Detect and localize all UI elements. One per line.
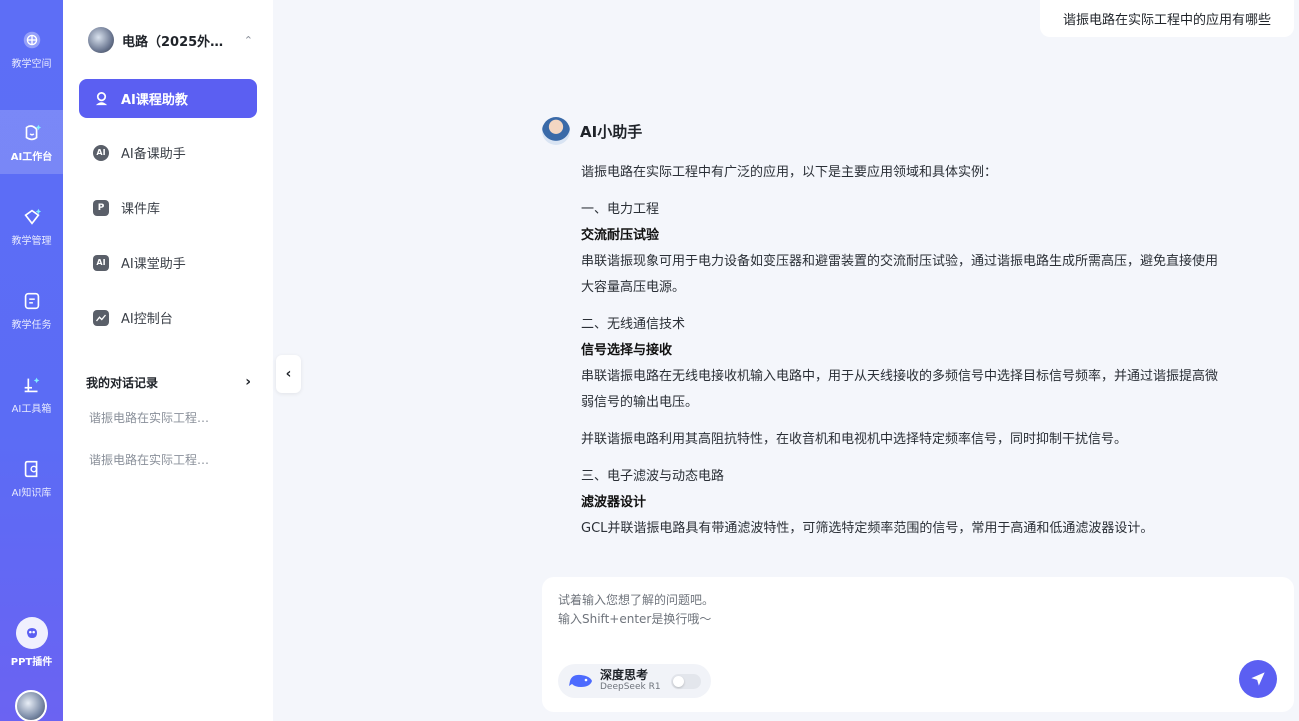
answer-section-title: 一、电力工程 bbox=[581, 202, 660, 217]
deepseek-whale-icon bbox=[569, 674, 592, 687]
input-placeholder-line2: 输入Shift+enter是换行哦～ bbox=[558, 612, 712, 626]
courseware-icon: P bbox=[93, 199, 109, 216]
rail-item-ai-knowledge[interactable]: AI知识库 bbox=[0, 446, 63, 510]
rail-label: 教学任务 bbox=[11, 319, 52, 331]
rail-label: AI工作台 bbox=[10, 151, 53, 163]
answer-section-title: 三、电子滤波与动态电路 bbox=[581, 469, 725, 484]
answer-heading: 信号选择与接收 bbox=[581, 343, 673, 358]
nav-ai-console[interactable]: AI控制台 bbox=[79, 298, 257, 337]
teaching-manage-icon bbox=[23, 208, 41, 225]
answer-paragraph: 弱信号的输出电压。 bbox=[581, 395, 699, 410]
bot-header: AI小助手 bbox=[542, 117, 642, 145]
rail-label: 教学管理 bbox=[11, 235, 52, 247]
nav-courseware-library[interactable]: P 课件库 bbox=[79, 188, 257, 227]
user-message-bubble: 谐振电路在实际工程中的应用有哪些 bbox=[1040, 0, 1294, 37]
rail-item-teaching-manage[interactable]: 教学管理 bbox=[0, 194, 63, 258]
bot-name: AI小助手 bbox=[580, 122, 643, 141]
left-rail: 教学空间 AI工作台 教学管理 教学任务 AI工具箱 AI知识库 PPT插件 bbox=[0, 0, 63, 721]
answer-heading: 交流耐压试验 bbox=[581, 228, 660, 243]
assistant-icon bbox=[93, 91, 109, 107]
history-item[interactable]: 谐振电路在实际工程… bbox=[89, 451, 239, 468]
ppt-plugin-label: PPT插件 bbox=[10, 656, 53, 668]
answer-paragraph: 大容量高压电源。 bbox=[581, 280, 686, 295]
answer-paragraph: 并联谐振电路利用其高阻抗特性，在收音机和电视机中选择特定频率信号，同时抑制干扰信… bbox=[581, 432, 1128, 447]
course-avatar bbox=[88, 27, 114, 53]
deep-thinking-switch[interactable] bbox=[671, 674, 701, 689]
rail-item-teaching-space[interactable]: 教学空间 bbox=[0, 17, 63, 81]
chevron-updown-icon: ⌃ bbox=[243, 33, 253, 47]
answer-paragraph: GCL并联谐振电路具有带通滤波特性，可筛选特定频率范围的信号，常用于高通和低通滤… bbox=[581, 521, 1154, 536]
course-selector[interactable]: 电路（2025外… ⌃ bbox=[88, 26, 253, 54]
rail-item-ai-toolbox[interactable]: AI工具箱 bbox=[0, 362, 63, 426]
rail-label: 教学空间 bbox=[11, 58, 52, 70]
nav-label: 课件库 bbox=[121, 202, 161, 217]
nav-ai-lesson-prep[interactable]: AI AI备课助手 bbox=[79, 133, 257, 172]
globe-icon bbox=[23, 31, 40, 48]
history-header[interactable]: 我的对话记录 › bbox=[86, 372, 251, 392]
rail-item-teaching-task[interactable]: 教学任务 bbox=[0, 278, 63, 342]
user-avatar[interactable] bbox=[15, 690, 47, 721]
console-icon bbox=[93, 309, 109, 326]
nav-label: AI控制台 bbox=[121, 312, 173, 327]
answer-intro: 谐振电路在实际工程中有广泛的应用，以下是主要应用领域和具体实例： bbox=[581, 165, 998, 180]
course-name: 电路（2025外… bbox=[122, 34, 224, 50]
rail-item-ai-workbench[interactable]: AI工作台 bbox=[0, 110, 63, 174]
send-button[interactable] bbox=[1239, 660, 1277, 698]
ppt-plugin-icon bbox=[15, 616, 48, 649]
classroom-icon: AI bbox=[93, 254, 109, 271]
bot-avatar bbox=[542, 117, 570, 145]
history-title: 我的对话记录 bbox=[86, 375, 159, 390]
nav-label: AI课堂助手 bbox=[121, 257, 186, 272]
chevron-right-icon: › bbox=[245, 374, 251, 390]
deep-thinking-title: 深度思考 bbox=[600, 668, 649, 682]
deep-thinking-toggle[interactable]: 深度思考 DeepSeek R1 bbox=[558, 664, 711, 698]
bot-answer: 谐振电路在实际工程中有广泛的应用，以下是主要应用领域和具体实例： 一、电力工程 … bbox=[581, 160, 1286, 542]
rail-label: AI工具箱 bbox=[11, 403, 52, 415]
ppt-plugin-button[interactable]: PPT插件 bbox=[0, 612, 63, 672]
answer-section-title: 二、无线通信技术 bbox=[581, 317, 686, 332]
knowledge-icon bbox=[24, 460, 37, 477]
deep-thinking-subtitle: DeepSeek R1 bbox=[600, 682, 661, 692]
task-icon bbox=[24, 292, 39, 309]
nav-label: AI课程助教 bbox=[121, 93, 188, 108]
answer-paragraph: 串联谐振电路在无线电接收机输入电路中，用于从天线接收的多频信号中选择目标信号频率… bbox=[581, 369, 1219, 384]
send-icon bbox=[1251, 672, 1265, 686]
toolbox-icon bbox=[24, 377, 39, 392]
answer-paragraph: 串联谐振现象可用于电力设备如变压器和避雷装置的交流耐压试验，通过谐振电路生成所需… bbox=[581, 254, 1219, 269]
history-item[interactable]: 谐振电路在实际工程… bbox=[89, 409, 239, 426]
chevron-left-icon: ‹ bbox=[285, 366, 292, 382]
nav-ai-course-assistant[interactable]: AI课程助教 bbox=[79, 79, 257, 118]
collapse-sidebar-button[interactable]: ‹ bbox=[276, 355, 301, 393]
input-placeholder-line1: 试着输入您想了解的问题吧。 bbox=[558, 593, 715, 607]
rail-label: AI知识库 bbox=[11, 487, 52, 499]
ai-workbench-icon bbox=[25, 124, 41, 140]
nav-label: AI备课助手 bbox=[121, 147, 186, 162]
answer-heading: 滤波器设计 bbox=[581, 495, 647, 510]
nav-ai-classroom-assistant[interactable]: AI AI课堂助手 bbox=[79, 243, 257, 282]
lesson-prep-icon: AI bbox=[93, 144, 109, 161]
secondary-sidebar: 电路（2025外… ⌃ AI课程助教 AI AI备课助手 P 课件库 AI AI… bbox=[63, 0, 273, 721]
user-message-text: 谐振电路在实际工程中的应用有哪些 bbox=[1062, 13, 1271, 28]
chat-input[interactable]: 试着输入您想了解的问题吧。 输入Shift+enter是换行哦～ 深度思考 De… bbox=[542, 577, 1294, 712]
